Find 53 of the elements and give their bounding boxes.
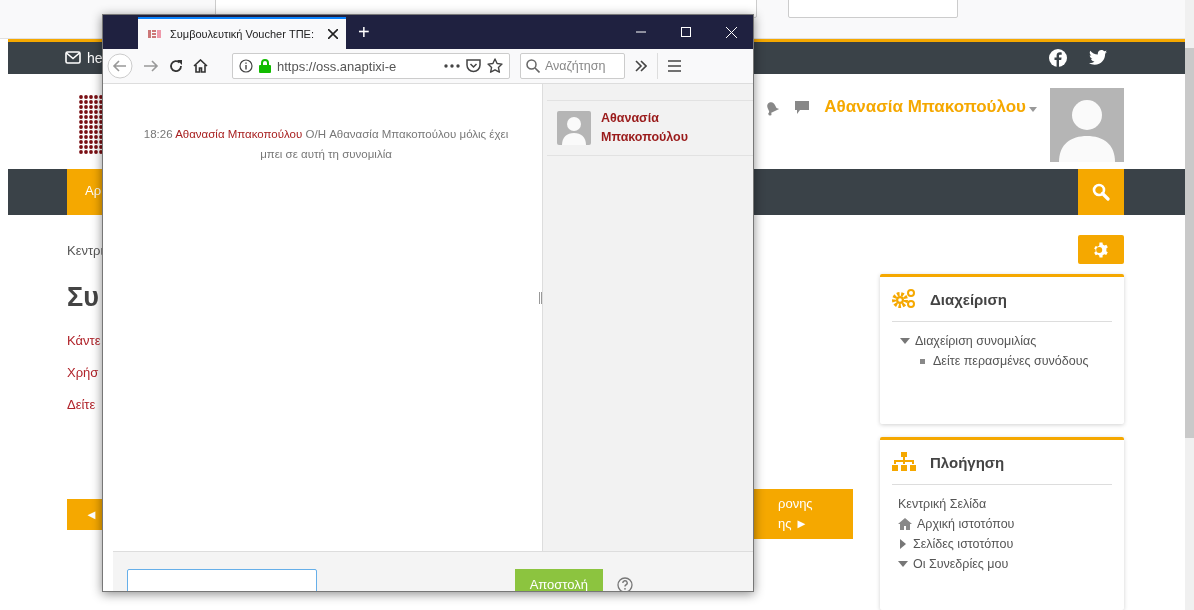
tree-item[interactable]: Διαχείριση συνομιλίας: [915, 334, 1037, 348]
twitter-icon[interactable]: [1089, 50, 1107, 66]
tree-item[interactable]: Κεντρική Σελίδα: [898, 497, 987, 511]
forward-icon[interactable]: [143, 59, 159, 73]
search-field[interactable]: Αναζήτηση: [520, 53, 625, 79]
mail-icon: [65, 51, 81, 65]
block-title: Διαχείριση: [930, 290, 1007, 308]
page-link[interactable]: Κάντε: [67, 333, 101, 348]
chat-icon[interactable]: [794, 99, 811, 115]
tree-item[interactable]: Δείτε περασμένες συνόδους: [933, 354, 1089, 368]
home-icon: [898, 518, 912, 530]
page-heading: Συ: [67, 282, 99, 313]
user-avatar: [557, 111, 591, 145]
tree-item[interactable]: Σελίδες ιστοτόπου: [913, 537, 1014, 551]
expanded-triangle-icon[interactable]: [898, 559, 908, 569]
site-favicon: [148, 29, 162, 39]
search-icon: [1092, 183, 1110, 201]
tab-title: Συμβουλευτική Voucher ΤΠΕ:: [170, 28, 315, 40]
page-link[interactable]: Δείτε: [67, 397, 96, 412]
pocket-icon[interactable]: [466, 59, 481, 73]
block-title: Πλοήγηση: [930, 453, 1005, 471]
close-icon[interactable]: [328, 29, 338, 39]
chat-message: 18:26 Αθανασία Μπακοπούλου O/H Αθανασία Μπακοπούλου μόλις έχει μπει σε αυτή τη συνομιλία: [142, 127, 510, 162]
email-text[interactable]: he: [87, 49, 103, 66]
menu-icon[interactable]: [668, 60, 681, 72]
new-tab-button[interactable]: +: [358, 20, 370, 44]
collapsed-triangle-icon[interactable]: [898, 539, 908, 549]
page-link[interactable]: Χρήσ: [67, 365, 99, 380]
help-icon[interactable]: [617, 577, 633, 591]
bell-icon[interactable]: [764, 99, 781, 116]
user-name[interactable]: Αθανασία Μπακοπούλου: [601, 109, 711, 147]
overflow-chevrons-icon[interactable]: [635, 60, 647, 72]
message-input[interactable]: [127, 569, 317, 591]
caret-icon[interactable]: [1029, 106, 1037, 112]
reload-icon[interactable]: [169, 59, 183, 73]
lock-icon: [259, 59, 271, 73]
browser-tab[interactable]: Συμβουλευτική Voucher ΤΠΕ:: [138, 17, 346, 49]
dotted-logo[interactable]: [78, 93, 104, 154]
more-icon[interactable]: [444, 64, 460, 68]
scrollbar[interactable]: [1185, 0, 1194, 610]
gears-icon: [892, 289, 916, 309]
star-icon[interactable]: [487, 58, 503, 74]
maximize-icon[interactable]: [681, 27, 691, 37]
sitemap-icon: [892, 452, 916, 472]
facebook-icon[interactable]: [1049, 48, 1067, 67]
tree-item[interactable]: Αρχική ιστοτόπου: [917, 517, 1015, 531]
expanded-triangle-icon[interactable]: [900, 336, 910, 346]
bullet-icon: [920, 358, 925, 364]
tree-item[interactable]: Οι Συνεδρίες μου: [913, 557, 1009, 571]
home-icon[interactable]: [193, 59, 208, 73]
info-icon: [239, 59, 253, 73]
gear-icon: [1092, 240, 1110, 259]
address-bar[interactable]: https://oss.anaptixi-e: [232, 53, 510, 79]
